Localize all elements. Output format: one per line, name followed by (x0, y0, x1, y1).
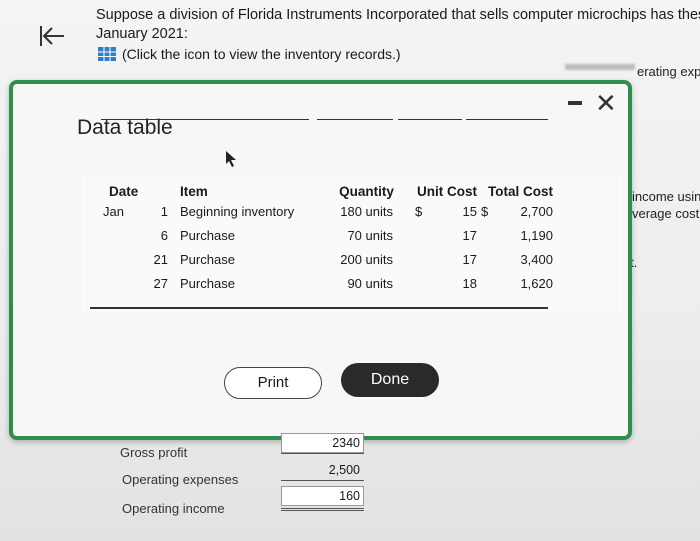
inventory-table: Date Item Quantity Unit Cost Total Cost … (103, 175, 553, 295)
cell-unit-cost: 17 (462, 251, 477, 267)
cell-item: Purchase (180, 275, 235, 291)
header-quantity: Quantity (339, 184, 394, 199)
question-line-1: Suppose a division of Florida Instrument… (96, 7, 700, 23)
right-fragment-1: income usin (632, 189, 700, 204)
header-underline (101, 119, 309, 120)
obscured-text (565, 64, 635, 70)
question-line-2: January 2021: (96, 26, 188, 42)
cell-item: Purchase (180, 227, 235, 243)
data-table-dialog: Data table ✕ Date Item Quantity Unit Cos… (9, 80, 632, 440)
header-underline (466, 119, 548, 120)
cell-item: Beginning inventory (180, 203, 295, 219)
right-fragment-2: verage cost (632, 206, 700, 221)
cell-day: 21 (153, 251, 168, 267)
operating-income-label: Operating income (122, 501, 225, 516)
cell-quantity: 70 units (347, 227, 393, 243)
cell-unit-cost: 17 (462, 227, 477, 243)
cell-unit-cost: 18 (462, 275, 477, 291)
operating-expenses-input[interactable]: 2,500 (281, 458, 364, 480)
cell-dollar (405, 223, 435, 247)
question-text: Suppose a division of Florida Instrument… (96, 6, 700, 44)
operating-income-double-underline (281, 508, 364, 511)
cell-total-cost: 2,700 (520, 203, 553, 219)
cell-quantity: 90 units (347, 275, 393, 291)
cell-dollar: $ (415, 203, 423, 219)
inventory-table-container: Date Item Quantity Unit Cost Total Cost … (81, 175, 623, 313)
right-fragment-top: erating exp (637, 64, 700, 79)
operating-expenses-underline (281, 480, 364, 481)
cell-dollar (477, 247, 503, 271)
header-unit-cost: Unit Cost (417, 184, 477, 199)
cell-month (103, 247, 143, 271)
cell-dollar (405, 247, 435, 271)
header-item: Item (180, 184, 208, 199)
inventory-records-link[interactable]: (Click the icon to view the inventory re… (98, 46, 401, 62)
help-link-text[interactable]: (Click the icon to view the inventory re… (122, 46, 401, 62)
gross-profit-underline (281, 453, 364, 454)
header-total-cost: Total Cost (488, 184, 553, 199)
table-row: 27 Purchase 90 units 18 1,620 (103, 271, 553, 295)
back-to-start-icon[interactable] (38, 22, 66, 50)
minimize-button[interactable] (568, 101, 582, 105)
table-row: Jan 1 Beginning inventory 180 units $ 15… (103, 199, 553, 223)
close-icon[interactable]: ✕ (595, 90, 617, 116)
cell-dollar (477, 223, 503, 247)
cell-day: 27 (153, 275, 168, 291)
cell-month (103, 223, 143, 247)
table-header-row: Date Item Quantity Unit Cost Total Cost (103, 175, 553, 199)
operating-expenses-label: Operating expenses (122, 472, 239, 487)
done-button[interactable]: Done (341, 363, 439, 397)
cell-total-cost: 3,400 (520, 251, 553, 267)
header-date: Date (109, 184, 139, 199)
table-grid-icon[interactable] (98, 47, 116, 61)
cell-dollar (477, 271, 503, 295)
print-button[interactable]: Print (224, 367, 322, 399)
table-bottom-rule (90, 307, 548, 309)
cell-total-cost: 1,620 (520, 275, 553, 291)
header-underline (317, 119, 393, 120)
cell-item: Purchase (180, 251, 235, 267)
cell-month: Jan (103, 203, 124, 219)
cell-total-cost: 1,190 (520, 227, 553, 243)
cell-day: 1 (160, 203, 168, 219)
cell-day: 6 (160, 227, 168, 243)
cell-month (103, 271, 143, 295)
operating-income-input[interactable]: 160 (281, 486, 364, 506)
cell-quantity: 200 units (340, 251, 393, 267)
cell-quantity: 180 units (340, 203, 393, 219)
header-underline (398, 119, 462, 120)
gross-profit-input[interactable]: 2340 (281, 433, 364, 453)
gross-profit-label: Gross profit (120, 445, 188, 460)
mouse-cursor-icon (226, 151, 236, 167)
cell-unit-cost: 15 (462, 203, 477, 219)
cell-dollar: $ (481, 203, 489, 219)
cell-dollar (405, 271, 435, 295)
table-row: 21 Purchase 200 units 17 3,400 (103, 247, 553, 271)
table-row: 6 Purchase 70 units 17 1,190 (103, 223, 553, 247)
